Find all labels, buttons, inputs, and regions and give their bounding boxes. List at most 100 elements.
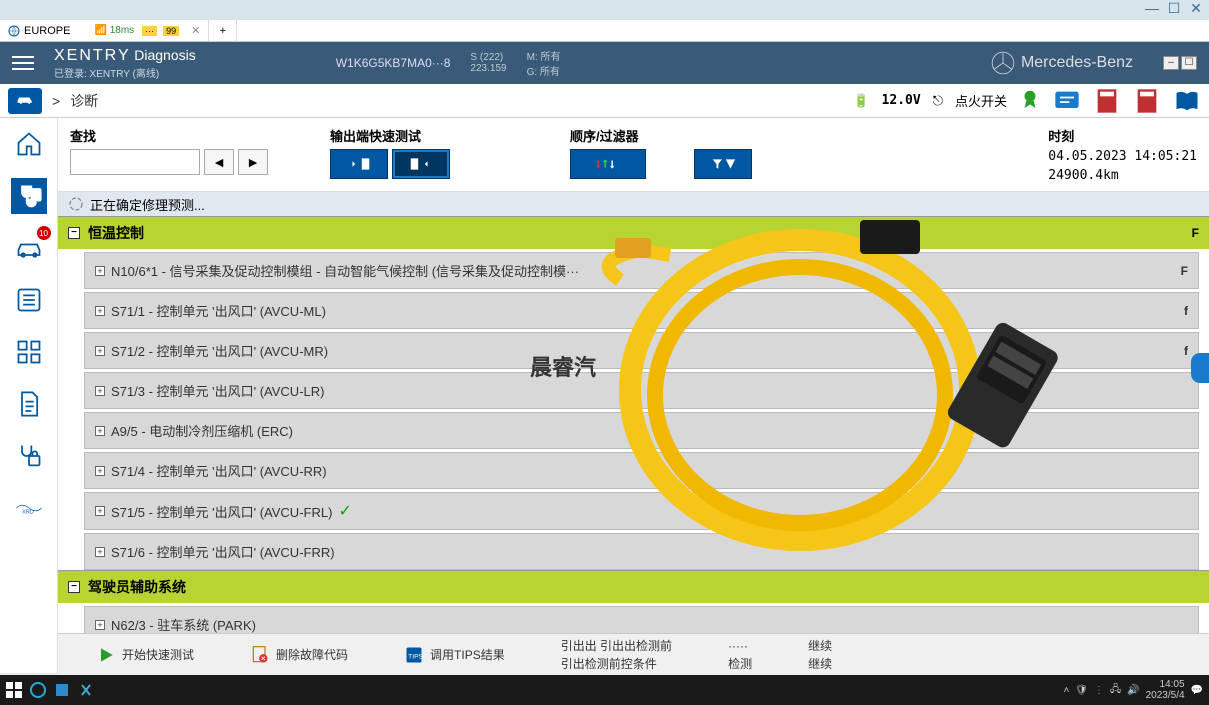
check-button[interactable]: ····· 检测	[720, 636, 760, 674]
badge-1: ···	[142, 26, 157, 36]
ecu-label: S71/6 - 控制单元 '出风口' (AVCU-FRR)	[111, 542, 335, 561]
ping-indicator: 📶 18ms	[94, 25, 134, 36]
battery-icon: 🔋	[853, 93, 869, 109]
odometer-value: 24900.4km	[1048, 168, 1197, 183]
row-flag: F	[1181, 264, 1188, 278]
rail-grid[interactable]	[11, 334, 47, 370]
group-header[interactable]: −恒温控制F	[58, 216, 1209, 249]
tray-vol-icon[interactable]: 🔊	[1127, 685, 1139, 696]
tab-close-icon[interactable]: ✕	[191, 24, 200, 37]
window-min-button[interactable]: —	[1143, 0, 1161, 17]
start-quicktest-button[interactable]: 开始快速测试	[88, 641, 202, 669]
pdf-button-2[interactable]	[1133, 87, 1161, 115]
status-text: 正在确定修理预测...	[90, 195, 205, 214]
bottom-toolbar: 开始快速测试 删除故障代码 TIPS 调用TIPS结果 引出出 引出出检测前 引…	[58, 633, 1209, 675]
watermark-text: 晨睿汽	[530, 350, 596, 382]
ecu-row[interactable]: +S71/3 - 控制单元 '出风口' (AVCU-LR)	[84, 372, 1199, 409]
tray-shield-icon[interactable]: 🛡	[1075, 685, 1088, 696]
rail-list[interactable]	[11, 282, 47, 318]
tray-up-icon[interactable]: ˄	[1063, 685, 1069, 696]
taskbar-app-1-icon[interactable]	[30, 682, 46, 698]
ignition-label: 点火开关	[955, 91, 1007, 110]
expand-icon: +	[95, 426, 105, 436]
search-label: 查找	[70, 126, 310, 145]
tray-clock[interactable]: 14:05 2023/5/4	[1146, 679, 1185, 701]
vehicle-icon-badge[interactable]	[8, 88, 42, 114]
search-prev-button[interactable]: ◄	[204, 149, 234, 175]
fault-count-badge: 10	[37, 226, 51, 240]
svg-text:TIPS: TIPS	[408, 653, 423, 660]
ignition-icon: ⎋	[933, 93, 943, 109]
mercedes-logo: Mercedes-Benz	[991, 51, 1133, 75]
stethoscope-icon	[15, 182, 43, 210]
book-button[interactable]	[1173, 87, 1201, 115]
grid-icon	[15, 338, 43, 366]
ecu-row[interactable]: +A9/5 - 电动制冷剂压缩机 (ERC)	[84, 412, 1199, 449]
windows-taskbar: ˄ 🛡 ⋮ 🖧 🔊 14:05 2023/5/4 💬	[0, 675, 1209, 705]
output-test-right-button[interactable]	[392, 149, 450, 179]
breadcrumb-bar: > 诊断 🔋 12.0V ⎋ 点火开关	[0, 84, 1209, 118]
order-filter-label: 顺序/过滤器	[570, 126, 830, 145]
browser-tab-europe[interactable]: EUROPE 📶 18ms ··· 99 ✕	[0, 20, 209, 41]
row-flag: f	[1184, 344, 1188, 358]
continue-button[interactable]: 继续 继续	[800, 636, 840, 674]
expand-icon: +	[95, 620, 105, 630]
chat-button[interactable]	[1053, 87, 1081, 115]
ecu-label: S71/4 - 控制单元 '出风口' (AVCU-RR)	[111, 461, 327, 480]
inner-min-button[interactable]: –	[1163, 56, 1179, 70]
play-icon	[96, 645, 116, 665]
tips-button[interactable]: TIPS 调用TIPS结果	[396, 641, 513, 669]
menu-button[interactable]	[12, 52, 34, 74]
ecu-row[interactable]: +N10/6*1 - 信号采集及促动控制模组 - 自动智能气候控制 (信号采集及…	[84, 252, 1199, 289]
rail-faults[interactable]: 10	[11, 230, 47, 266]
scroll-handle[interactable]	[1191, 353, 1209, 383]
award-icon[interactable]	[1019, 88, 1041, 113]
export-precond-button[interactable]: 引出出 引出出检测前 引出检测前控条件	[553, 636, 680, 674]
rail-home[interactable]	[11, 126, 47, 162]
filter-button[interactable]	[694, 149, 752, 179]
tray-net-icon[interactable]: 🖧	[1110, 682, 1121, 699]
rail-diagnosis[interactable]	[11, 178, 47, 214]
window-close-button[interactable]: ✕	[1187, 0, 1205, 17]
output-test-left-button[interactable]	[330, 149, 388, 179]
expand-icon: +	[95, 386, 105, 396]
new-tab-button[interactable]: +	[209, 20, 237, 41]
expand-icon: +	[95, 306, 105, 316]
rail-doc[interactable]	[11, 386, 47, 422]
search-input[interactable]	[70, 149, 200, 175]
ecu-row[interactable]: + S71/2 - 控制单元 '出风口' (AVCU-MR) f	[84, 332, 1199, 369]
ecu-row[interactable]: +S71/4 - 控制单元 '出风口' (AVCU-RR)	[84, 452, 1199, 489]
expand-icon: +	[95, 506, 105, 516]
tab-label: EUROPE	[24, 25, 70, 37]
search-next-button[interactable]: ►	[238, 149, 268, 175]
document-icon	[15, 390, 43, 418]
app-header: XENTRY Diagnosis 已登录: XENTRY (离线) W1K6G5…	[0, 42, 1209, 84]
content-area: 查找 ◄ ► 输出端快速测试 顺序/过滤器	[58, 118, 1209, 673]
ecu-label: S71/2 - 控制单元 '出风口' (AVCU-MR)	[111, 341, 328, 360]
sort-button[interactable]	[570, 149, 646, 179]
group-name: 恒温控制	[88, 223, 144, 243]
vin-detail: S (222) 223.159	[470, 52, 506, 74]
ecu-row[interactable]: +S71/1 - 控制单元 '出风口' (AVCU-ML)f	[84, 292, 1199, 329]
clear-dtc-button[interactable]: 删除故障代码	[242, 641, 356, 669]
ecu-label: N10/6*1 - 信号采集及促动控制模组 - 自动智能气候控制 (信号采集及促…	[111, 261, 579, 280]
ecu-row[interactable]: +S71/5 - 控制单元 '出风口' (AVCU-FRL)✓	[84, 492, 1199, 530]
star-icon	[991, 51, 1015, 75]
tray-bt-icon[interactable]: ⋮	[1094, 685, 1104, 696]
time-label: 时刻	[1048, 126, 1197, 145]
ecu-list[interactable]: −恒温控制F+N10/6*1 - 信号采集及促动控制模组 - 自动智能气候控制 …	[58, 216, 1209, 673]
rail-xrd[interactable]: XRD	[11, 490, 47, 526]
group-header[interactable]: −驾驶员辅助系统	[58, 570, 1209, 603]
taskbar-app-2-icon[interactable]	[54, 682, 70, 698]
expand-icon: +	[95, 547, 105, 557]
tray-notif-icon[interactable]: 💬	[1191, 685, 1203, 696]
rail-lock[interactable]	[11, 438, 47, 474]
window-max-button[interactable]: ☐	[1165, 0, 1183, 17]
vin-block: W1K6G5KB7MA0···8	[336, 56, 451, 70]
pdf-button-1[interactable]	[1093, 87, 1121, 115]
windows-start-icon[interactable]	[6, 682, 22, 698]
ecu-row[interactable]: + S71/6 - 控制单元 '出风口' (AVCU-FRR)	[84, 533, 1199, 570]
expand-icon: +	[95, 346, 105, 356]
taskbar-app-3-icon[interactable]	[78, 682, 94, 698]
inner-max-button[interactable]: ☐	[1181, 56, 1197, 70]
